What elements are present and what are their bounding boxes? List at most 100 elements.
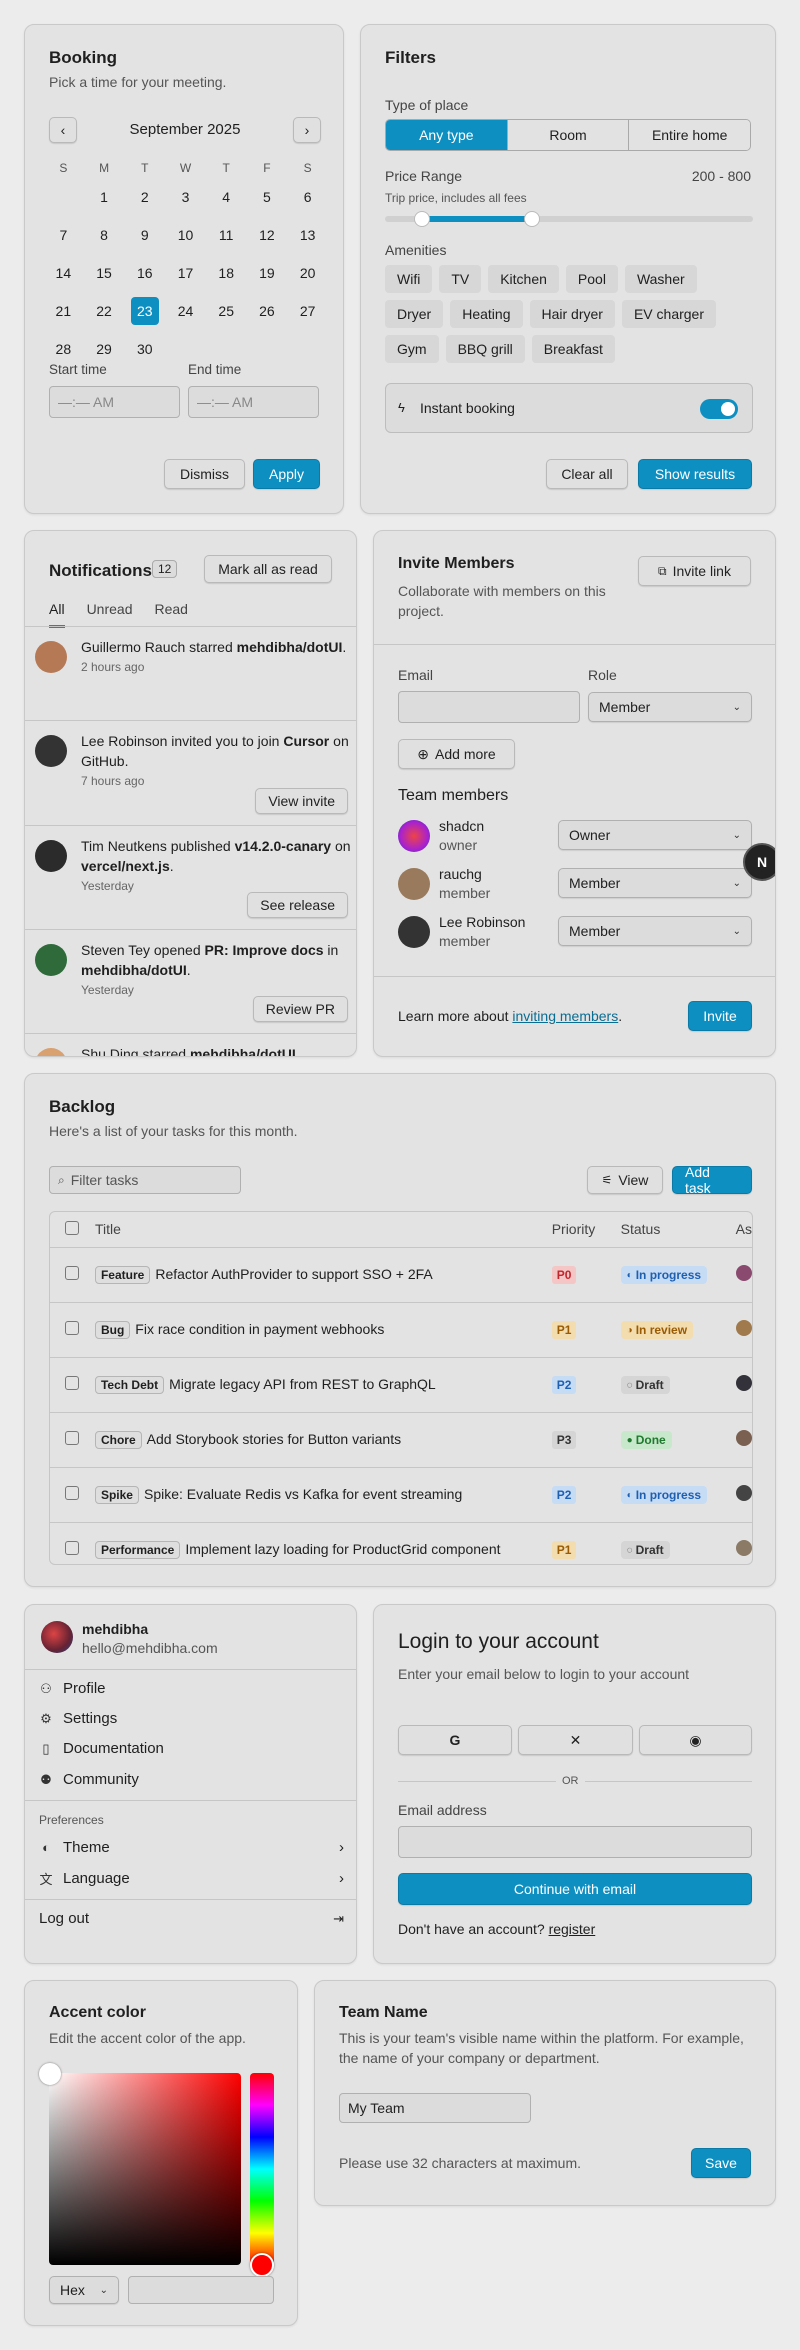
menu-profile[interactable]: ⚇ Profile (39, 1680, 105, 1697)
notification-action-button[interactable]: View invite (255, 788, 348, 814)
place-type-option[interactable]: Any type (386, 120, 508, 150)
add-task-button[interactable]: Add task (672, 1164, 752, 1196)
add-more-button[interactable]: ⊕ Add more (398, 739, 515, 769)
save-button[interactable]: Save (691, 2148, 751, 2178)
calendar-day[interactable]: 30 (124, 335, 165, 373)
table-row[interactable]: Bug Fix race condition in payment webhook… (50, 1302, 752, 1358)
row-checkbox[interactable] (65, 1321, 80, 1335)
calendar-day[interactable]: 11 (206, 221, 247, 259)
start-time-input[interactable]: —:— AM (49, 386, 180, 418)
calendar-day[interactable]: 22 (84, 297, 125, 335)
google-login-button[interactable]: G (398, 1725, 512, 1755)
calendar-day[interactable]: 16 (124, 259, 165, 297)
table-row[interactable]: Tech Debt Migrate legacy API from REST to… (50, 1357, 752, 1413)
calendar-day[interactable]: 13 (287, 221, 328, 259)
view-options-button[interactable]: ⚟ View (587, 1166, 663, 1194)
calendar-day[interactable]: 6 (287, 183, 328, 221)
amenity-chip[interactable]: Washer (624, 265, 697, 293)
amenity-chip[interactable]: BBQ grill (445, 335, 525, 363)
x-login-button[interactable]: ✕ (518, 1725, 633, 1755)
amenity-chip[interactable]: Dryer (385, 300, 444, 328)
calendar-day[interactable]: 7 (43, 221, 84, 259)
calendar-day[interactable]: 17 (165, 259, 206, 297)
amenity-chip[interactable]: Pool (565, 265, 618, 293)
color-saturation-area[interactable] (49, 2073, 241, 2265)
prev-month-button[interactable]: ‹ (49, 117, 77, 143)
filter-tasks-input[interactable]: ⌕ Filter tasks (49, 1166, 241, 1194)
amenity-chip[interactable]: Heating (450, 300, 523, 328)
register-link[interactable]: register (549, 1921, 596, 1937)
menu-community[interactable]: ⚉ Community (39, 1771, 139, 1788)
row-checkbox[interactable] (65, 1541, 80, 1555)
column-assignee[interactable]: As (735, 1212, 752, 1248)
menu-settings[interactable]: ⚙ Settings (39, 1710, 117, 1727)
amenity-chip[interactable]: EV charger (621, 300, 717, 328)
calendar-day[interactable]: 1 (84, 183, 125, 221)
calendar-day[interactable]: 14 (43, 259, 84, 297)
amenity-chip[interactable]: Kitchen (488, 265, 559, 293)
invite-button[interactable]: Invite (688, 1001, 752, 1031)
nextjs-floating-button[interactable]: N (743, 843, 775, 881)
amenity-chip[interactable]: Wifi (385, 265, 433, 293)
calendar-day[interactable]: 4 (206, 183, 247, 221)
continue-email-button[interactable]: Continue with email (398, 1873, 752, 1905)
calendar-day[interactable]: 21 (43, 297, 84, 335)
amenity-chip[interactable]: Breakfast (531, 335, 615, 363)
amenity-chip[interactable]: Hair dryer (529, 300, 615, 328)
mark-all-read-button[interactable]: Mark all as read (204, 555, 332, 583)
next-month-button[interactable]: › (293, 117, 321, 143)
calendar-day[interactable]: 25 (206, 297, 247, 335)
github-login-button[interactable]: ◉ (639, 1725, 752, 1755)
table-row[interactable]: Performance Implement lazy loading for Pr… (50, 1522, 752, 1564)
calendar-day[interactable]: 15 (84, 259, 125, 297)
row-checkbox[interactable] (65, 1431, 80, 1445)
color-picker-handle[interactable] (39, 2063, 61, 2085)
color-format-select[interactable]: Hex ⌄ (49, 2276, 119, 2304)
calendar-day[interactable]: 5 (247, 183, 288, 221)
row-checkbox[interactable] (65, 1486, 80, 1500)
row-checkbox[interactable] (65, 1266, 80, 1280)
price-min-handle[interactable] (414, 211, 430, 227)
show-results-button[interactable]: Show results (638, 459, 752, 489)
column-title[interactable]: Title (94, 1212, 552, 1248)
member-role-select[interactable]: Member ⌄ (558, 916, 752, 946)
calendar-day[interactable]: 24 (165, 297, 206, 335)
column-priority[interactable]: Priority (551, 1212, 621, 1248)
calendar-day[interactable]: 3 (165, 183, 206, 221)
amenity-chip[interactable]: TV (439, 265, 482, 293)
calendar-day[interactable]: 18 (206, 259, 247, 297)
dismiss-button[interactable]: Dismiss (164, 459, 245, 489)
hue-handle[interactable] (250, 2253, 274, 2277)
menu-theme[interactable]: ◐ Theme › (39, 1839, 344, 1856)
tab-all[interactable]: All (49, 601, 65, 628)
column-status[interactable]: Status (620, 1212, 736, 1248)
invite-email-input[interactable] (398, 691, 580, 723)
calendar-day[interactable]: 2 (124, 183, 165, 221)
team-name-input[interactable]: My Team (339, 2093, 531, 2123)
apply-button[interactable]: Apply (253, 459, 320, 489)
end-time-input[interactable]: —:— AM (188, 386, 319, 418)
member-role-select[interactable]: Member ⌄ (558, 868, 752, 898)
select-all-checkbox[interactable] (65, 1220, 80, 1235)
table-row[interactable]: Feature Refactor AuthProvider to support … (50, 1247, 752, 1303)
calendar-day[interactable]: 9 (124, 221, 165, 259)
calendar-day[interactable]: 10 (165, 221, 206, 259)
notification-action-button[interactable]: See release (247, 892, 348, 918)
inviting-members-link[interactable]: inviting members (512, 1008, 618, 1024)
login-email-input[interactable] (398, 1826, 752, 1858)
calendar-day[interactable]: 19 (247, 259, 288, 297)
invite-role-select[interactable]: Member ⌄ (588, 692, 752, 722)
calendar-day[interactable]: 8 (84, 221, 125, 259)
member-role-select[interactable]: Owner ⌄ (558, 820, 752, 850)
tab-read[interactable]: Read (154, 601, 187, 628)
calendar-day[interactable]: 23 (124, 297, 165, 335)
menu-logout[interactable]: Log out ⇥ (39, 1910, 344, 1927)
amenity-chip[interactable]: Gym (385, 335, 439, 363)
calendar-day[interactable]: 12 (247, 221, 288, 259)
table-row[interactable]: Chore Add Storybook stories for Button va… (50, 1412, 752, 1468)
invite-link-button[interactable]: ⧉ Invite link (638, 556, 751, 586)
hue-slider[interactable] (250, 2073, 274, 2265)
color-hex-input[interactable] (128, 2276, 274, 2304)
table-row[interactable]: Spike Spike: Evaluate Redis vs Kafka for … (50, 1467, 752, 1523)
calendar-day[interactable]: 20 (287, 259, 328, 297)
